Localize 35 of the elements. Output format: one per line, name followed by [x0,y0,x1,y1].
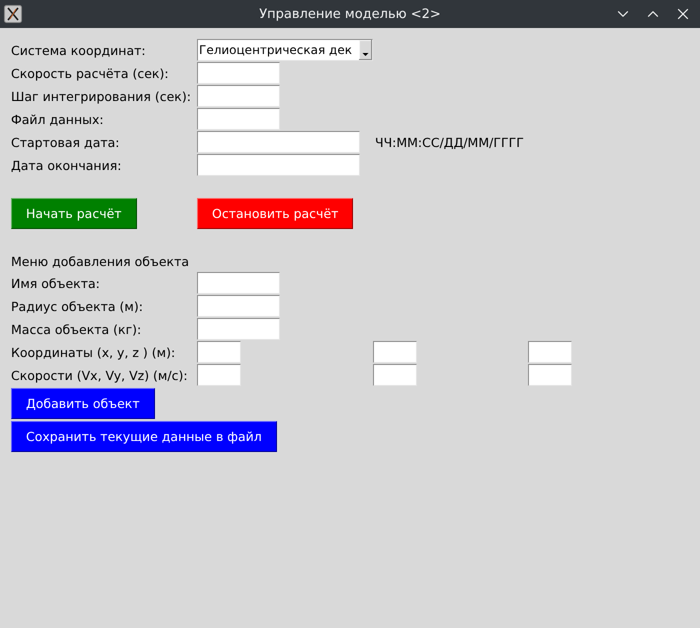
field-label: Скорость расчёта (сек): [11,66,169,81]
field-label: Шаг интегрирования (сек): [11,89,191,104]
dropdown[interactable]: Гелиоцентрическая дек [197,39,373,61]
app-icon [4,5,22,23]
format-hint: ЧЧ:ММ:СС/ДД/ММ/ГГГГ [374,135,524,150]
input-field[interactable] [197,295,280,317]
input-field[interactable] [528,364,572,386]
window-title: Управление моделью <2> [259,6,441,22]
input-field[interactable] [197,131,360,153]
input-field[interactable] [197,154,360,176]
input-field[interactable] [197,108,280,130]
field-label: Скорости (Vx, Vy, Vz) (м/с): [11,368,188,383]
control-button[interactable]: Остановить расчёт [197,198,354,229]
field-label: Файл данных: [11,112,104,127]
dropdown-arrow-icon [359,40,372,60]
field-label: Дата окончания: [11,158,122,173]
field-label: Радиус объекта (м): [11,299,143,314]
field-label: Стартовая дата: [11,135,120,150]
input-field[interactable] [197,272,280,294]
control-button[interactable]: Начать расчёт [11,198,137,229]
action-button[interactable]: Добавить объект [11,388,155,419]
input-field[interactable] [373,364,417,386]
action-button[interactable]: Сохранить текущие данные в файл [11,421,277,452]
input-field[interactable] [197,341,241,363]
field-label: Система координат: [11,43,146,58]
field-label: Координаты (x, y, z ) (м): [11,345,176,360]
input-field[interactable] [197,62,280,84]
input-field[interactable] [197,364,241,386]
input-field[interactable] [528,341,572,363]
field-label: Имя объекта: [11,276,100,291]
input-field[interactable] [197,318,280,340]
field-label: Масса объекта (кг): [11,322,142,337]
section-title: Меню добавления объекта [11,253,190,271]
input-field[interactable] [197,85,280,107]
input-field[interactable] [373,341,417,363]
